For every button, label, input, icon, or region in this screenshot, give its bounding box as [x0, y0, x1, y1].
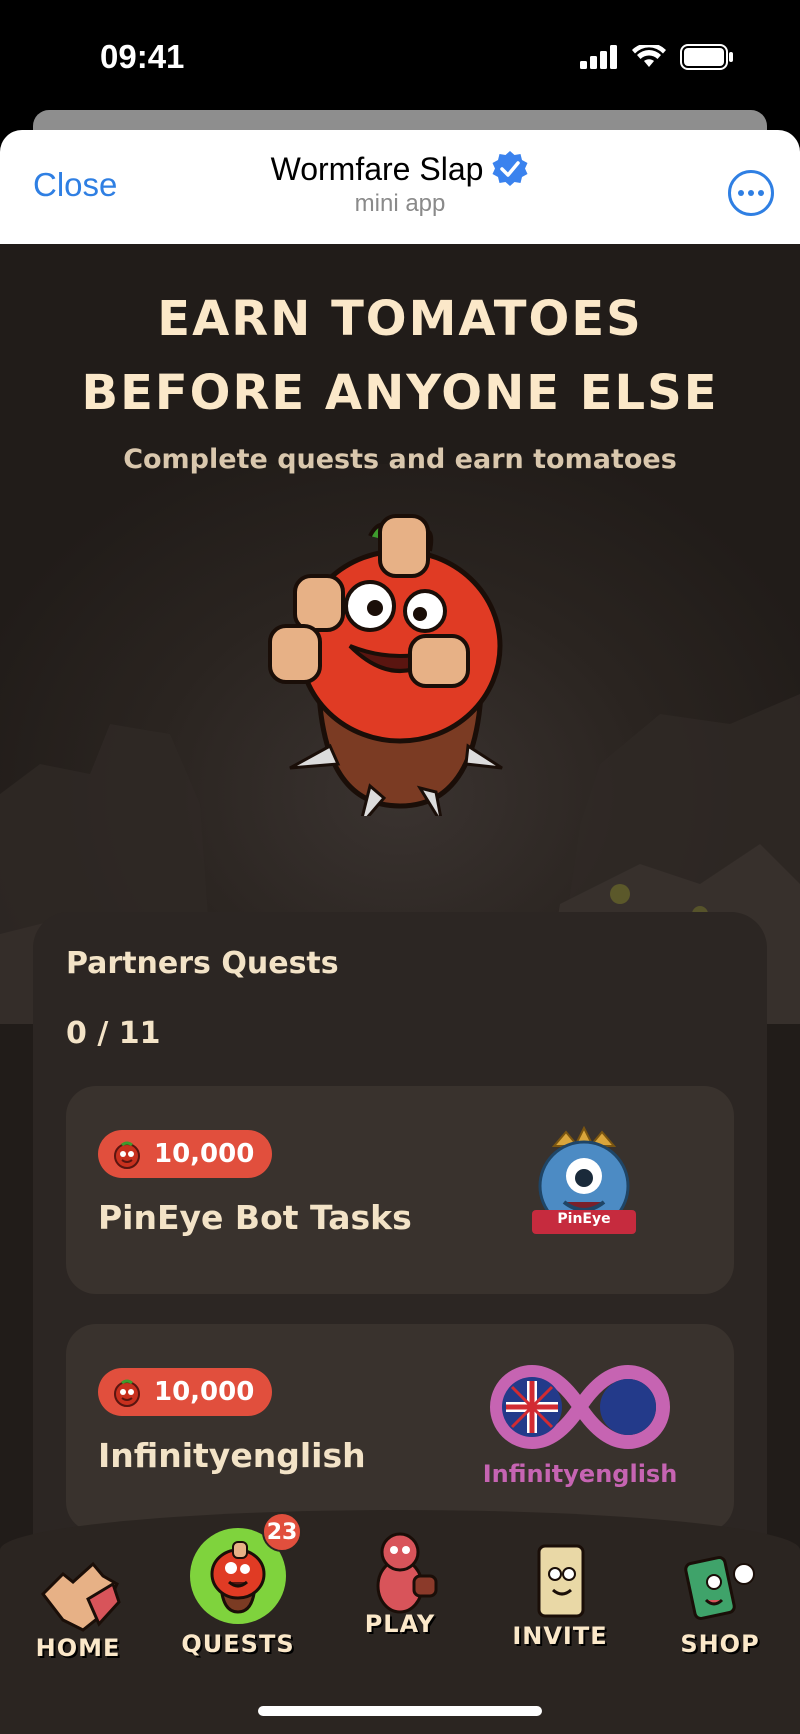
more-dots-icon [738, 190, 744, 196]
battery-icon [680, 44, 733, 70]
pineye-logo: PinEye [524, 1125, 644, 1250]
worm-fighter-icon [376, 1532, 438, 1614]
infinityenglish-logo: Infinityenglish [482, 1352, 678, 1488]
tomato-mascot-icon [268, 514, 503, 816]
quest-card-pineye[interactable]: 10,000 PinEye Bot Tasks PinEye [66, 1086, 734, 1294]
status-icons [580, 44, 734, 70]
title-block: Wormfare Slap mini app [0, 150, 800, 218]
cash-worm-icon [684, 1556, 755, 1620]
nav-label-shop: SHOP [680, 1630, 760, 1658]
verified-badge-icon [492, 151, 528, 186]
reward-pill: 10,000 [98, 1368, 273, 1416]
nav-item-invite[interactable]: INVITE [490, 1510, 630, 1650]
nav-item-home[interactable]: HOME [8, 1510, 148, 1662]
infinity-uk-flag-icon [490, 1364, 670, 1450]
panel-title: Partners Quests [66, 946, 339, 981]
tomato-coin-icon [114, 1141, 140, 1169]
more-dot [748, 190, 754, 196]
infinityenglish-logo-text: Infinityenglish [482, 1460, 678, 1488]
status-bar: 09:41 [0, 0, 800, 110]
quest-progress: 0 / 11 [66, 1016, 161, 1051]
app-subtitle: mini app [354, 190, 446, 217]
scroll-icon [537, 1544, 585, 1618]
signal-icon [580, 45, 617, 69]
nav-label-invite: INVITE [512, 1622, 608, 1650]
nav-item-shop[interactable]: SHOP [650, 1510, 790, 1658]
pineye-logo-text: PinEye [557, 1211, 611, 1227]
more-options-button[interactable] [728, 170, 774, 216]
reward-value: 10,000 [154, 1139, 255, 1169]
nav-label-home: HOME [35, 1634, 121, 1662]
nav-label-quests: QUESTS [181, 1630, 295, 1658]
reward-pill: 10,000 [98, 1130, 273, 1178]
quest-card-infinityenglish[interactable]: 10,000 Infinityenglish Infinityenglish [66, 1324, 734, 1532]
reward-value: 10,000 [154, 1377, 255, 1407]
pineye-monster-icon [532, 1125, 636, 1234]
nav-item-play[interactable]: PLAY [330, 1510, 470, 1638]
hero-title-line-2: BEFORE ANYONE ELSE [81, 365, 719, 421]
hand-slap-icon [41, 1561, 121, 1632]
quest-name: PinEye Bot Tasks [98, 1198, 412, 1237]
wifi-icon [632, 45, 666, 67]
bottom-navigation: HOME QUESTS PLAY INVITE SHOP [0, 1510, 800, 1734]
hero-title-line-1: EARN TOMATOES [157, 291, 643, 347]
tomato-coin-icon [114, 1379, 140, 1407]
app-title-row: Wormfare Slap [271, 150, 530, 188]
mini-app-header: Close Wormfare Slap mini app [0, 130, 800, 244]
nav-label-play: PLAY [364, 1610, 436, 1638]
quests-badge: 23 [262, 1512, 302, 1552]
app-title: Wormfare Slap [270, 150, 484, 187]
quest-name: Infinityenglish [98, 1436, 366, 1475]
tomato-quests-icon [210, 1541, 266, 1614]
status-time: 09:41 [100, 38, 185, 75]
home-indicator[interactable] [258, 1706, 542, 1716]
hero-subtitle: Complete quests and earn tomatoes [123, 444, 677, 475]
hero-title: EARN TOMATOES BEFORE ANYONE ELSE [0, 282, 800, 430]
more-dot [758, 190, 764, 196]
